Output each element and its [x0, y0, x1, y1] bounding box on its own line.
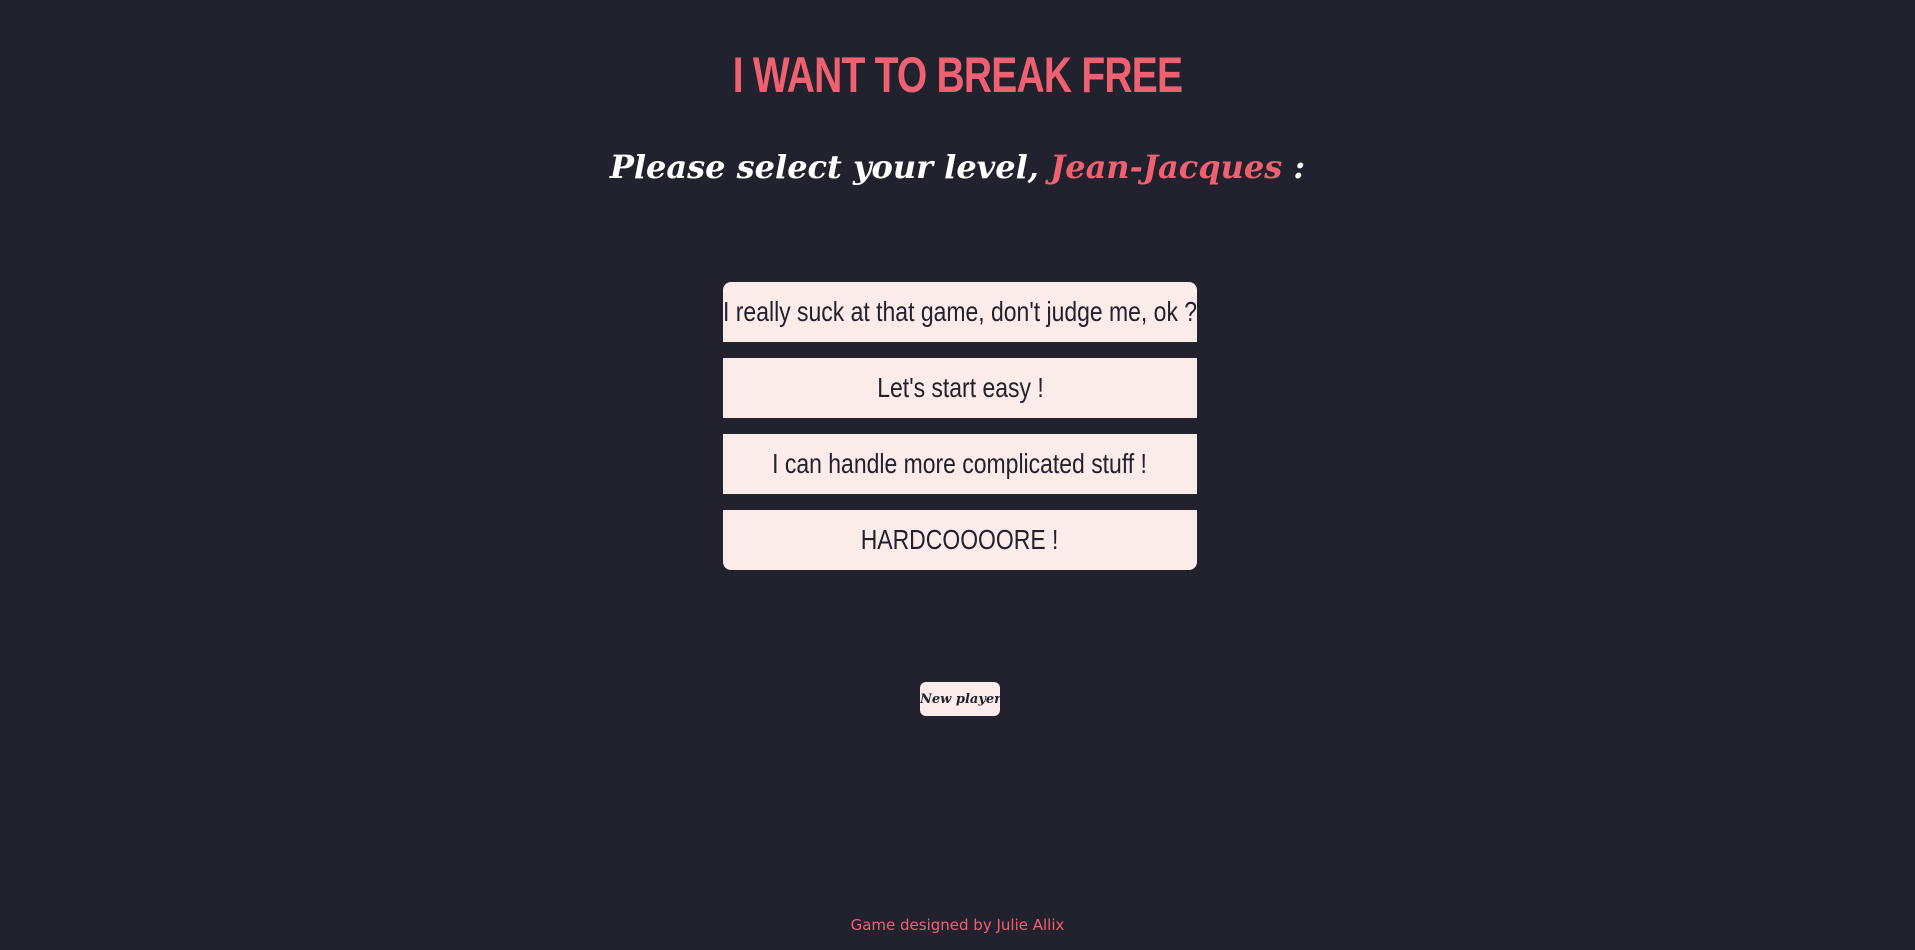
level-button-easy[interactable]: Let's start easy !	[723, 358, 1197, 418]
level-button-label: I can handle more complicated stuff !	[772, 448, 1148, 479]
level-prompt-colon: :	[1282, 148, 1306, 186]
level-button-intermediate[interactable]: I can handle more complicated stuff !	[723, 434, 1197, 494]
level-prompt: Please select your level, Jean-Jacques :	[0, 148, 1915, 186]
footer-credit: Game designed by Julie Allix	[850, 916, 1065, 934]
player-name: Jean-Jacques	[1050, 148, 1283, 186]
level-button-label: I really suck at that game, don't judge …	[722, 296, 1198, 327]
level-prompt-text: Please select your level,	[609, 148, 1051, 186]
level-options: I really suck at that game, don't judge …	[723, 282, 1197, 570]
level-button-beginner[interactable]: I really suck at that game, don't judge …	[723, 282, 1197, 342]
page-title: I WANT TO BREAK FREE	[732, 47, 1183, 103]
level-button-label: HARDCOOOORE !	[861, 524, 1059, 555]
level-button-label: Let's start easy !	[876, 372, 1044, 403]
level-button-hardcore[interactable]: HARDCOOOORE !	[723, 510, 1197, 570]
new-player-button[interactable]: New player	[920, 682, 1001, 716]
